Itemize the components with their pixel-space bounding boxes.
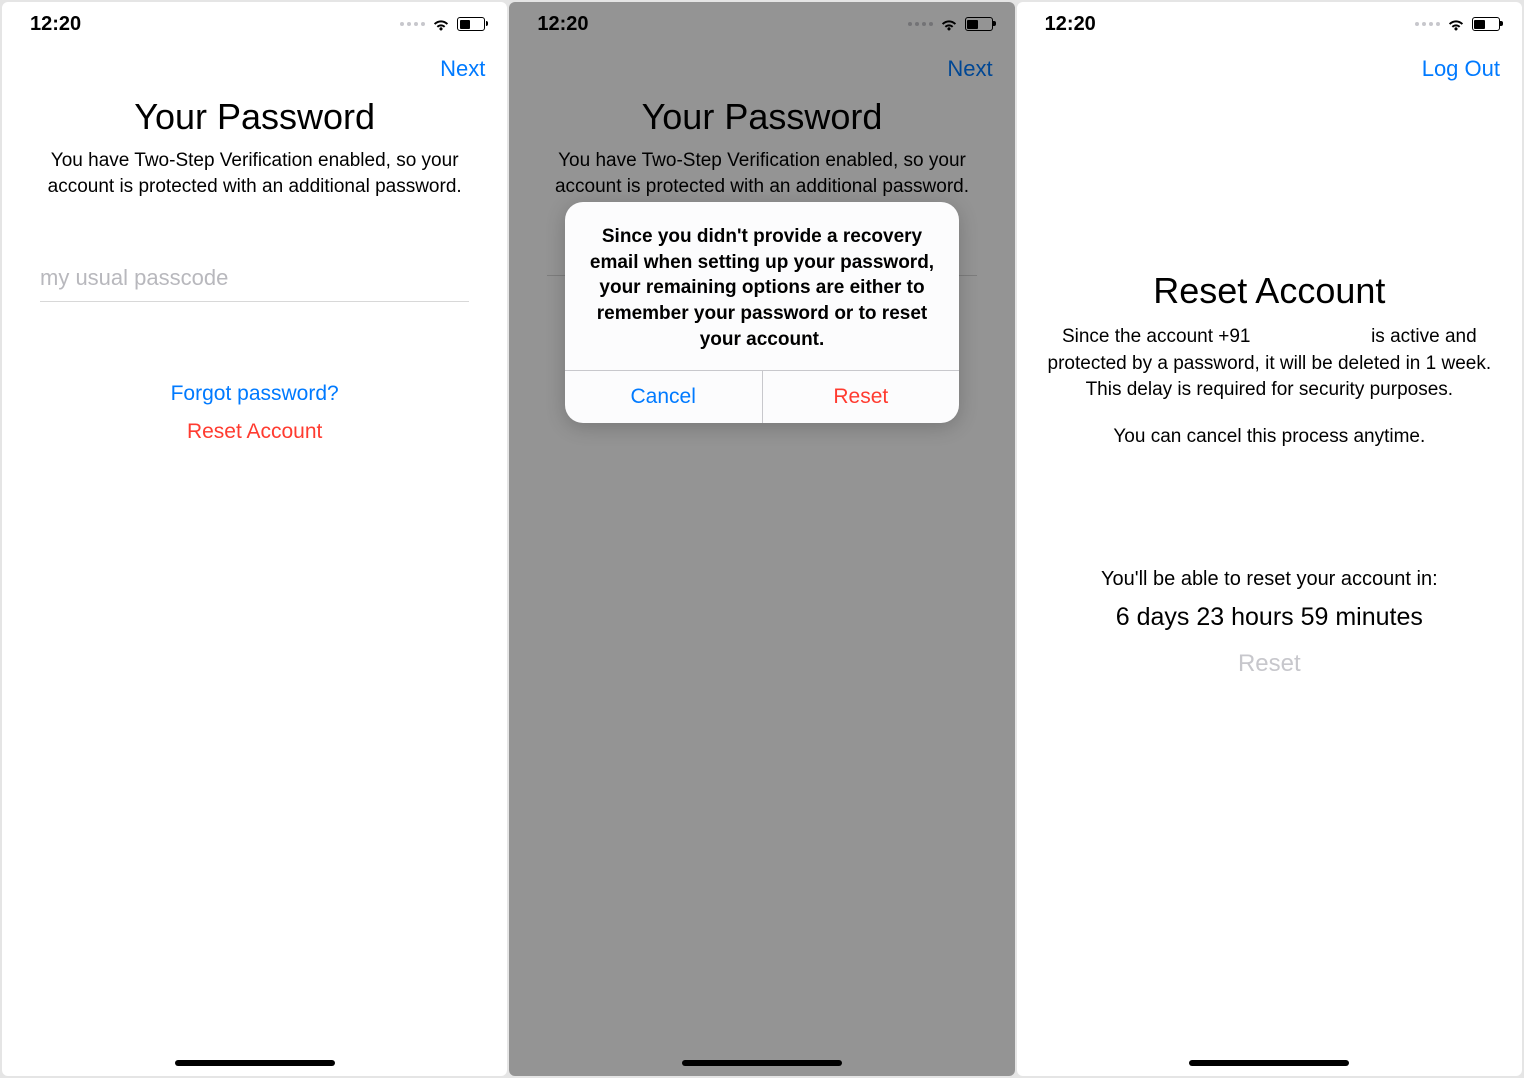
cellular-dots-icon: [400, 22, 425, 26]
countdown-value: 6 days 23 hours 59 minutes: [1047, 603, 1492, 632]
page-title: Reset Account: [1047, 270, 1492, 312]
status-time: 12:20: [1045, 13, 1096, 36]
home-indicator: [1189, 1060, 1349, 1066]
reset-account-link[interactable]: Reset Account: [2, 420, 507, 444]
status-right: [1415, 17, 1500, 31]
screen-password-alert: 12:20 Next Your Password You have Two-St…: [509, 2, 1014, 1076]
screen-password: 12:20 Next Your Password You have Two-St…: [2, 2, 507, 1076]
page-subtitle: You have Two-Step Verification enabled, …: [2, 138, 507, 199]
forgot-password-link[interactable]: Forgot password?: [2, 382, 507, 406]
status-right: [400, 17, 485, 31]
link-stack: Forgot password? Reset Account: [2, 382, 507, 444]
cellular-dots-icon: [1415, 22, 1440, 26]
next-button[interactable]: Next: [440, 56, 485, 82]
desc-prefix: Since the account +91: [1062, 326, 1251, 347]
logout-button[interactable]: Log Out: [1422, 56, 1500, 82]
password-input[interactable]: my usual passcode: [40, 259, 469, 302]
nav-bar: Log Out: [1017, 46, 1522, 90]
page-title: Your Password: [2, 96, 507, 138]
cancel-note: You can cancel this process anytime.: [1047, 426, 1492, 448]
home-indicator: [175, 1060, 335, 1066]
nav-bar: Next: [2, 46, 507, 90]
battery-icon: [457, 17, 485, 31]
status-time: 12:20: [30, 13, 81, 36]
alert-message: Since you didn't provide a recovery emai…: [565, 202, 959, 370]
countdown-label: You'll be able to reset your account in:: [1047, 568, 1492, 591]
alert-cancel-button[interactable]: Cancel: [565, 371, 762, 423]
alert-dialog: Since you didn't provide a recovery emai…: [565, 202, 959, 423]
password-hint: my usual passcode: [40, 265, 228, 290]
home-indicator: [682, 1060, 842, 1066]
modal-overlay: Since you didn't provide a recovery emai…: [509, 2, 1014, 1076]
status-bar: 12:20: [2, 2, 507, 46]
wifi-icon: [431, 17, 451, 31]
screen-reset-account: 12:20 Log Out Reset Account Since the ac…: [1017, 2, 1522, 1076]
status-bar: 12:20: [1017, 2, 1522, 46]
wifi-icon: [1446, 17, 1466, 31]
battery-icon: [1472, 17, 1500, 31]
reset-description: Since the account +91 is active and prot…: [1047, 324, 1492, 404]
reset-button-disabled: Reset: [1047, 650, 1492, 678]
alert-actions: Cancel Reset: [565, 370, 959, 423]
alert-reset-button[interactable]: Reset: [762, 371, 960, 423]
